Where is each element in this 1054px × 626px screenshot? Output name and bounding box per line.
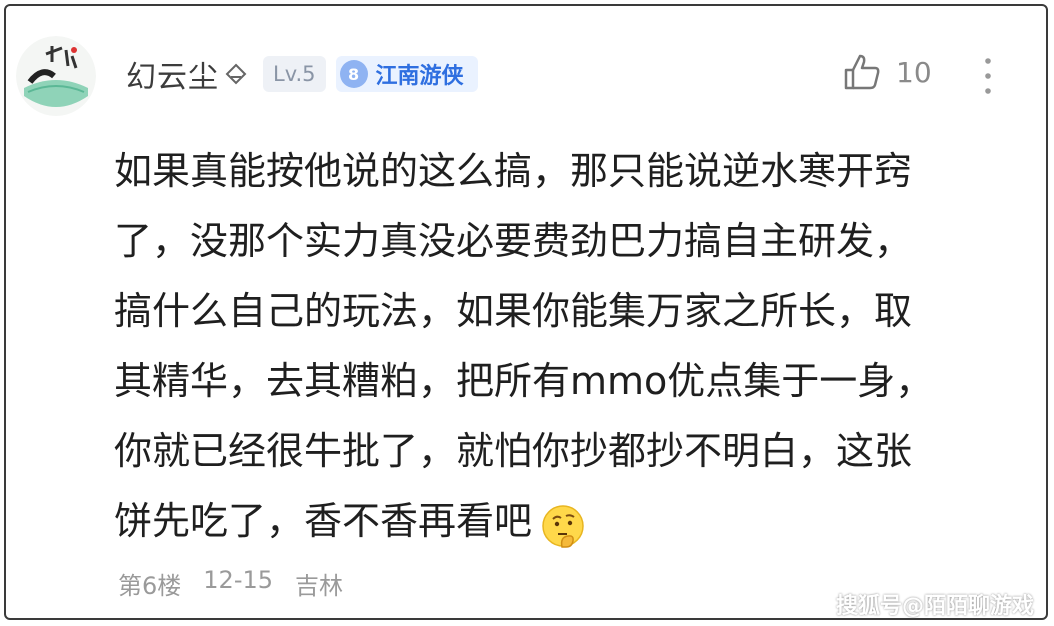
comment-line: 你就已经很牛批了，就怕你抄都抄不明白，这张 [114, 429, 913, 473]
comment-line: 如果真能按他说的这么搞，那只能说逆水寒开窍 [114, 149, 913, 193]
comment-location: 吉林 [295, 572, 344, 600]
comment-meta: 第6楼 12-15 吉林 [118, 566, 343, 601]
floor-number: 第6楼 [118, 572, 182, 600]
comment-line: 了，没那个实力真没必要费劲巴力搞自主研发， [114, 219, 913, 263]
comment-card: 幻云尘 Lv.5 8 江南游侠 10 如果真能按他说的这么搞，那只能说逆水寒开窍… [4, 4, 1048, 620]
comment-text: 如果真能按他说的这么搞，那只能说逆水寒开窍 了，没那个实力真没必要费劲巴力搞自主… [114, 136, 1014, 556]
avatar-image [16, 36, 96, 116]
comment-header: 幻云尘 Lv.5 8 江南游侠 [126, 52, 478, 96]
level-badge: Lv.5 [263, 56, 326, 92]
honor-title: 江南游侠 [375, 64, 464, 89]
honor-number-icon: 8 [339, 60, 368, 88]
username[interactable]: 幻云尘 [126, 52, 219, 96]
comment-last-line: 饼先吃了，香不香再看吧 [114, 486, 1014, 556]
like-count: 10 [896, 55, 932, 89]
like-button[interactable]: 10 [842, 52, 932, 92]
more-vertical-icon [985, 58, 991, 94]
thinking-face-icon [540, 501, 586, 548]
gender-icon [223, 61, 249, 87]
honor-badge: 8 江南游侠 [335, 56, 478, 92]
thumbs-up-icon [844, 54, 880, 90]
comment-line: 搞什么自己的玩法，如果你能集万家之所长，取 [114, 289, 913, 333]
watermark: 搜狐号@陌陌聊游戏 [836, 594, 1035, 619]
comment-line: 其精华，去其糟粕，把所有mmo优点集于一身， [114, 359, 934, 403]
more-options-button[interactable] [976, 54, 1000, 98]
comment-date: 12-15 [203, 566, 274, 594]
user-avatar[interactable] [16, 36, 96, 116]
comment-line: 饼先吃了，香不香再看吧 [114, 499, 533, 543]
